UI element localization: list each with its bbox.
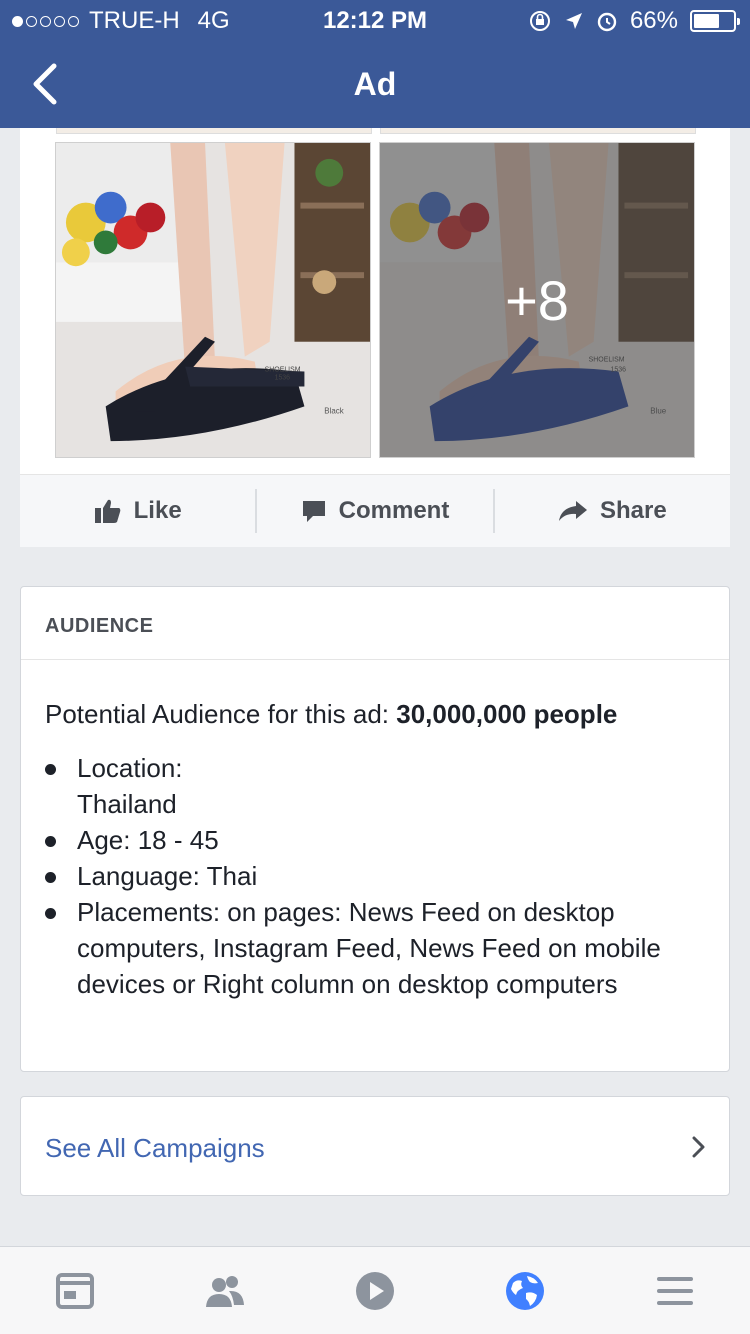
photo-strip [56,128,372,134]
potential-audience: Potential Audience for this ad: 30,000,0… [45,696,705,732]
tab-menu[interactable] [600,1247,750,1334]
news-feed-icon [56,1272,94,1309]
comment-label: Comment [338,497,450,524]
placements-text: Placements: on pages: News Feed on deskt… [77,897,661,999]
location-label: Location: [77,753,183,783]
svg-text:Black: Black [324,406,343,415]
tab-video[interactable] [300,1247,450,1334]
tab-friends[interactable] [150,1247,300,1334]
audience-header: AUDIENCE [21,587,729,660]
photo-strip [380,128,696,134]
audience-card: AUDIENCE Potential Audience for this ad:… [20,586,730,1072]
tab-news-feed[interactable] [0,1247,150,1334]
status-right: 66% [528,7,740,35]
top-bar: TRUE-H 4G 12:12 PM 66% Ad [0,0,750,128]
battery-icon [690,10,740,32]
globe-icon [506,1271,544,1310]
product-photo-black[interactable]: SHOELISM 1536 Black [55,142,371,458]
see-all-campaigns-link[interactable]: See All Campaigns [45,1133,265,1164]
comment-button[interactable]: Comment [255,489,492,533]
like-icon [94,499,120,523]
rotation-lock-icon [529,11,550,31]
audience-body: Potential Audience for this ad: 30,000,0… [21,660,729,1002]
potential-value: 30,000,000 people [396,699,618,729]
video-icon [356,1271,394,1310]
status-bar: TRUE-H 4G 12:12 PM 66% [0,0,750,40]
post-actions: Like Comment Share [20,474,730,547]
comment-icon [302,501,325,522]
chevron-right-icon [692,1136,705,1158]
more-photos-count: +8 [505,268,569,332]
svg-text:SHOELISM: SHOELISM [265,367,301,374]
alarm-icon [597,12,617,32]
page-title: Ad [353,66,397,102]
tab-bar [0,1246,750,1334]
list-item: Placements: on pages: News Feed on deskt… [45,894,705,1002]
svg-text:1536: 1536 [275,374,291,381]
like-label: Like [133,497,182,524]
age-text: Age: 18 - 45 [77,825,219,855]
share-button[interactable]: Share [492,489,730,533]
location-arrow-icon [565,13,582,29]
list-item: Age: 18 - 45 [45,822,705,858]
location-value: Thailand [77,789,177,819]
tab-notifications[interactable] [450,1247,600,1334]
like-button[interactable]: Like [20,489,255,533]
friends-icon [206,1275,244,1307]
battery-percent: 66% [629,7,678,34]
nav-bar: Ad [0,40,750,128]
more-photos-overlay[interactable]: +8 [380,143,694,457]
ad-post-card: SHOELISM 1536 Black SHOELISM 1536 Blue [20,128,730,547]
share-icon [558,501,587,521]
list-item: Language: Thai [45,858,705,894]
sandal-photo-image: SHOELISM 1536 Black [56,143,370,457]
share-label: Share [599,497,667,524]
language-text: Language: Thai [77,861,258,891]
list-item: Location: Thailand [45,750,705,822]
see-all-campaigns-row[interactable]: See All Campaigns [20,1096,730,1196]
audience-list: Location: Thailand Age: 18 - 45 Language… [45,750,705,1002]
product-photo-blue[interactable]: SHOELISM 1536 Blue +8 [379,142,695,458]
menu-icon [657,1276,693,1305]
potential-label: Potential Audience for this ad: [45,699,397,729]
